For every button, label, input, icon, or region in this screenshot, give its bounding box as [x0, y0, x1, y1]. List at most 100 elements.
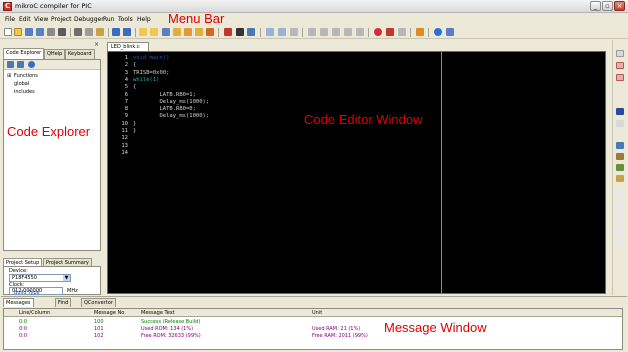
- tab-keyboard[interactable]: Keyboard: [65, 49, 95, 59]
- code-line[interactable]: Delay_ms(1000);: [133, 99, 209, 105]
- menu-view[interactable]: View: [34, 16, 48, 23]
- col-message-no[interactable]: Message No.: [94, 310, 126, 316]
- close-button[interactable]: ×: [614, 1, 625, 11]
- message-unit[interactable]: Free RAM: 2011 (99%): [312, 333, 368, 339]
- menu-run[interactable]: Run: [103, 16, 115, 23]
- code-line[interactable]: Delay_ms(1000);: [133, 113, 209, 119]
- find-next-icon[interactable]: [278, 28, 286, 36]
- open-project-icon[interactable]: [150, 28, 158, 36]
- font-icon[interactable]: [236, 28, 244, 36]
- tool-icon[interactable]: [616, 238, 624, 245]
- tree-item-functions[interactable]: Functions: [14, 73, 38, 79]
- message-number[interactable]: 102: [94, 333, 104, 339]
- minimize-button[interactable]: _: [590, 1, 601, 11]
- image-icon[interactable]: [247, 28, 255, 36]
- save-all-icon[interactable]: [36, 28, 44, 36]
- maximize-button[interactable]: ▫: [602, 1, 613, 11]
- code-line[interactable]: LATB.RB0=0;: [133, 106, 195, 112]
- col-unit[interactable]: Unit: [312, 310, 322, 316]
- step-out-icon[interactable]: [332, 28, 340, 36]
- code-line[interactable]: {: [133, 84, 136, 90]
- menu-edit[interactable]: Edit: [19, 16, 31, 23]
- message-line[interactable]: 0:0: [19, 326, 27, 332]
- tab-qconvertor[interactable]: QConvertor: [81, 298, 116, 307]
- tab-find[interactable]: Find: [55, 298, 72, 307]
- panel-icon[interactable]: [616, 62, 624, 69]
- editor-file-tab[interactable]: LED_blink.c: [107, 42, 149, 51]
- menu-project[interactable]: Project: [51, 16, 72, 23]
- tree-expander-icon[interactable]: ⊞: [7, 73, 11, 79]
- stop-icon[interactable]: [374, 28, 382, 36]
- message-line[interactable]: 0:0: [19, 319, 27, 325]
- code-line[interactable]: }: [133, 128, 136, 134]
- find-icon[interactable]: [266, 28, 274, 36]
- cut-icon[interactable]: [74, 28, 82, 36]
- tool-icon[interactable]: [616, 226, 624, 233]
- redo-icon[interactable]: [123, 28, 131, 36]
- close-project-icon[interactable]: [173, 28, 181, 36]
- step-into-icon[interactable]: [308, 28, 316, 36]
- code-editor[interactable]: 1 2 3 4 5 6 7 8 9 10 11 12 13 14 void main(){TRISB=0x…: [107, 51, 606, 294]
- code-line[interactable]: void main(): [133, 55, 169, 61]
- paste-icon[interactable]: [96, 28, 104, 36]
- code-line[interactable]: while(1): [133, 77, 160, 83]
- step-over-icon[interactable]: [320, 28, 328, 36]
- watch-icon[interactable]: [398, 28, 406, 36]
- tool-icon[interactable]: [616, 202, 624, 209]
- about-icon[interactable]: [446, 28, 454, 36]
- run-to-cursor-icon[interactable]: [344, 28, 352, 36]
- copy-icon[interactable]: [85, 28, 93, 36]
- menu-help[interactable]: Help: [137, 16, 151, 23]
- menu-debugger[interactable]: Debugger: [74, 16, 104, 23]
- message-text[interactable]: Success (Release Build): [141, 319, 200, 325]
- code-line[interactable]: }: [133, 121, 136, 127]
- folder-settings-icon[interactable]: [206, 28, 214, 36]
- message-text[interactable]: Used ROM: 134 (1%): [141, 326, 193, 332]
- chevron-down-icon[interactable]: ▼: [63, 275, 70, 281]
- tree-item-global[interactable]: global: [14, 81, 29, 87]
- print-icon[interactable]: [58, 28, 66, 36]
- save-project-icon[interactable]: [162, 28, 170, 36]
- tree-item-includes[interactable]: includes: [14, 89, 35, 95]
- col-line[interactable]: Line/Column: [19, 310, 50, 316]
- replace-icon[interactable]: [290, 28, 298, 36]
- edit-project-icon[interactable]: [184, 28, 192, 36]
- tab-qhelp[interactable]: QHelp: [44, 49, 66, 59]
- save-icon[interactable]: [25, 28, 33, 36]
- message-line[interactable]: 0:0: [19, 333, 27, 339]
- panel-icon[interactable]: [616, 50, 624, 57]
- message-number[interactable]: 100: [94, 319, 104, 325]
- code-line[interactable]: TRISB=0x00;: [133, 70, 169, 76]
- tab-messages[interactable]: Messages: [3, 298, 34, 307]
- bin-icon[interactable]: [616, 120, 624, 127]
- panel-close-icon[interactable]: ×: [94, 41, 99, 48]
- menu-file[interactable]: File: [5, 16, 15, 23]
- tool-icon[interactable]: [616, 214, 624, 221]
- message-text[interactable]: Free ROM: 32633 (99%): [141, 333, 201, 339]
- breakpoint-icon[interactable]: [386, 28, 394, 36]
- col-message-text[interactable]: Message Text: [141, 310, 175, 316]
- open-folder-icon[interactable]: [14, 28, 22, 36]
- message-number[interactable]: 101: [94, 326, 104, 332]
- new-project-icon[interactable]: [139, 28, 147, 36]
- jump-icon[interactable]: [356, 28, 364, 36]
- sort-icon[interactable]: [7, 61, 14, 68]
- undo-icon[interactable]: [112, 28, 120, 36]
- tab-code-explorer[interactable]: Code Explorer: [3, 48, 45, 59]
- hex-icon[interactable]: [616, 108, 624, 115]
- device-select[interactable]: P18F4550 ▼: [9, 274, 71, 282]
- message-unit[interactable]: Used RAM: 21 (1%): [312, 326, 360, 332]
- help-icon[interactable]: [434, 28, 442, 36]
- project-options-icon[interactable]: [195, 28, 203, 36]
- new-file-icon[interactable]: [4, 28, 12, 36]
- code-line[interactable]: LATB.RB0=1;: [133, 92, 195, 98]
- code-line[interactable]: {: [133, 62, 136, 68]
- tools-icon[interactable]: [416, 28, 424, 36]
- close-file-icon[interactable]: [47, 28, 55, 36]
- panel-icon[interactable]: [616, 74, 624, 81]
- info-icon[interactable]: [28, 61, 35, 68]
- build-icon[interactable]: [224, 28, 232, 36]
- chip-icon[interactable]: [616, 142, 624, 149]
- usb-icon[interactable]: [616, 164, 624, 171]
- menu-tools[interactable]: Tools: [118, 16, 133, 23]
